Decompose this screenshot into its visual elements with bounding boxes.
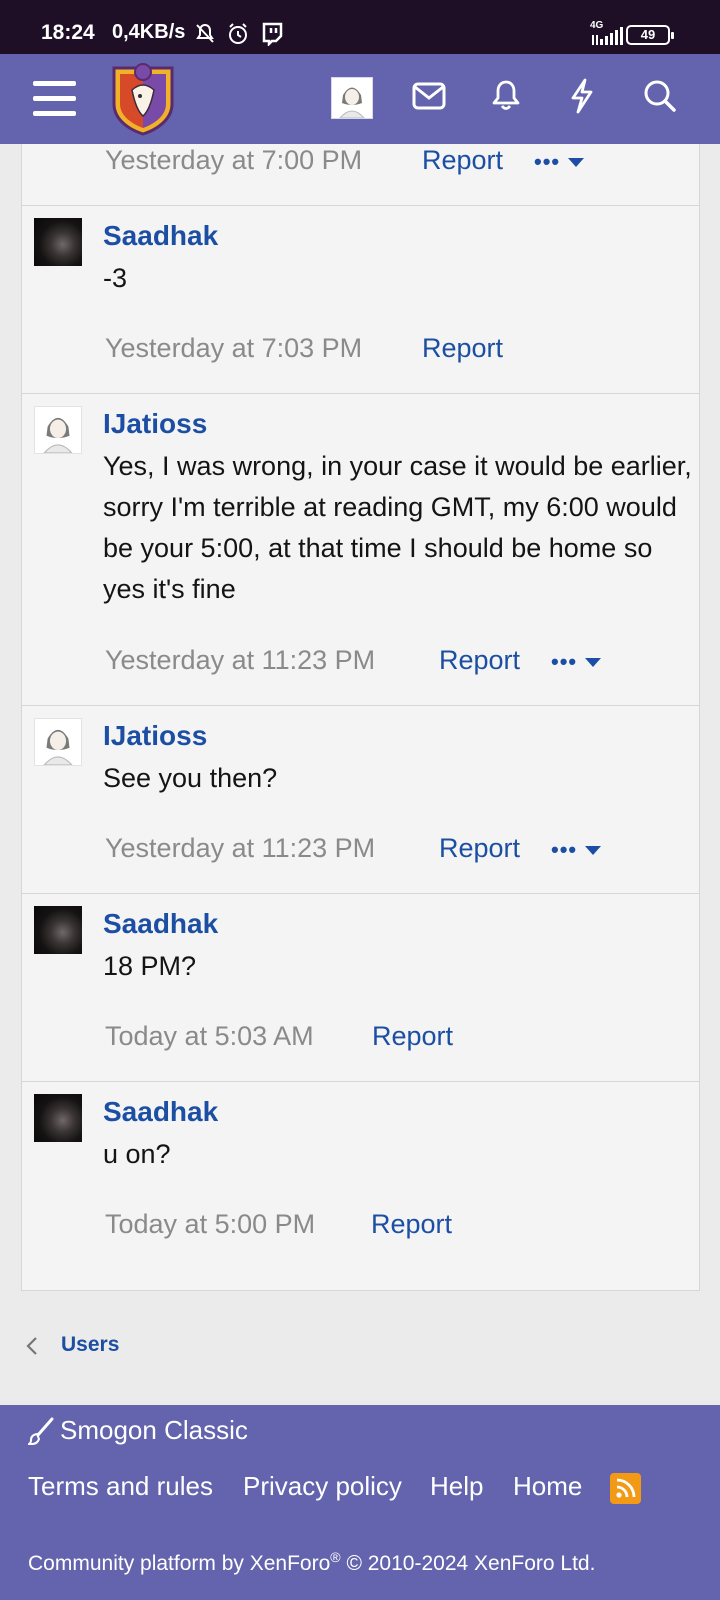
list-item: Saadhak u on? Today at 5:00 PM Report [22, 1082, 699, 1291]
privacy-link[interactable]: Privacy policy [243, 1471, 402, 1502]
paint-brush-icon [28, 1417, 54, 1445]
message-author[interactable]: Saadhak [103, 908, 218, 940]
avatar[interactable] [34, 1094, 82, 1142]
search-icon[interactable] [643, 79, 677, 113]
message-text: Yes, I was wrong, in your case it would … [103, 451, 692, 604]
report-link[interactable]: Report [439, 645, 520, 676]
more-actions-button[interactable]: ••• [551, 649, 602, 675]
top-navigation [0, 54, 720, 144]
profile-post-list: Yesterday at 7:00 PM Report ••• Saadhak … [21, 144, 700, 1291]
message-time[interactable]: Today at 5:03 AM [105, 1021, 314, 1052]
home-link[interactable]: Home [513, 1471, 582, 1502]
list-item: Saadhak -3 Yesterday at 7:03 PM Report [22, 206, 699, 394]
chevron-down-icon [585, 658, 602, 667]
terms-link[interactable]: Terms and rules [28, 1471, 213, 1502]
status-bar: 18:24 0,4KB/s 4G 49 [0, 0, 720, 54]
avatar-illustration-icon [42, 729, 74, 766]
rss-icon[interactable] [610, 1473, 641, 1504]
list-item: Yesterday at 7:00 PM Report ••• [22, 144, 699, 206]
message-time[interactable]: Yesterday at 7:03 PM [105, 333, 362, 364]
style-chooser[interactable]: Smogon Classic [60, 1415, 248, 1446]
user-avatar[interactable] [331, 77, 373, 119]
report-link[interactable]: Report [371, 1209, 452, 1240]
message-text: u on? [103, 1139, 171, 1169]
message-author[interactable]: Saadhak [103, 1096, 218, 1128]
avatar-illustration-icon [338, 87, 366, 119]
report-link[interactable]: Report [422, 145, 503, 176]
alarm-icon [229, 23, 247, 44]
message-time[interactable]: Yesterday at 11:23 PM [105, 645, 375, 676]
breadcrumb-users[interactable]: Users [61, 1333, 119, 1357]
message-text: 18 PM? [103, 951, 197, 981]
site-logo[interactable] [110, 62, 176, 136]
chevron-left-icon [26, 1337, 37, 1355]
help-link[interactable]: Help [430, 1471, 483, 1502]
signal-icon [592, 27, 623, 45]
avatar[interactable] [34, 218, 82, 266]
network-speed: 0,4KB/s [112, 21, 186, 43]
chevron-down-icon [585, 846, 602, 855]
menu-icon[interactable] [33, 81, 76, 117]
avatar[interactable] [34, 906, 82, 954]
footer: Smogon Classic Terms and rules Privacy p… [0, 1405, 720, 1600]
avatar[interactable] [34, 406, 82, 454]
list-item: IJatioss See you then? Yesterday at 11:2… [22, 706, 699, 894]
bell-muted-icon [196, 23, 214, 43]
report-link[interactable]: Report [372, 1021, 453, 1052]
avatar-illustration-icon [42, 417, 74, 454]
avatar[interactable] [34, 718, 82, 766]
report-link[interactable]: Report [439, 833, 520, 864]
list-item: Saadhak 18 PM? Today at 5:03 AM Report [22, 894, 699, 1082]
message-text: -3 [103, 263, 128, 293]
whats-new-icon[interactable] [568, 78, 596, 114]
message-author[interactable]: IJatioss [103, 720, 207, 752]
more-actions-button[interactable]: ••• [551, 837, 602, 863]
status-time: 18:24 [41, 21, 95, 44]
copyright: Community platform by XenForo® © 2010-20… [28, 1549, 596, 1575]
inbox-icon[interactable] [412, 82, 446, 110]
battery-indicator: 49 [626, 25, 674, 45]
message-time[interactable]: Today at 5:00 PM [105, 1209, 315, 1240]
message-text: See you then? [103, 763, 278, 793]
twitch-icon [262, 22, 283, 46]
message-author[interactable]: Saadhak [103, 220, 218, 252]
message-time[interactable]: Yesterday at 11:23 PM [105, 833, 375, 864]
bell-icon[interactable] [491, 78, 521, 112]
chevron-down-icon [568, 158, 585, 167]
message-time[interactable]: Yesterday at 7:00 PM [105, 145, 362, 176]
more-actions-button[interactable]: ••• [534, 149, 585, 175]
list-item: IJatioss Yes, I was wrong, in your case … [22, 394, 699, 706]
message-author[interactable]: IJatioss [103, 408, 207, 440]
report-link[interactable]: Report [422, 333, 503, 364]
